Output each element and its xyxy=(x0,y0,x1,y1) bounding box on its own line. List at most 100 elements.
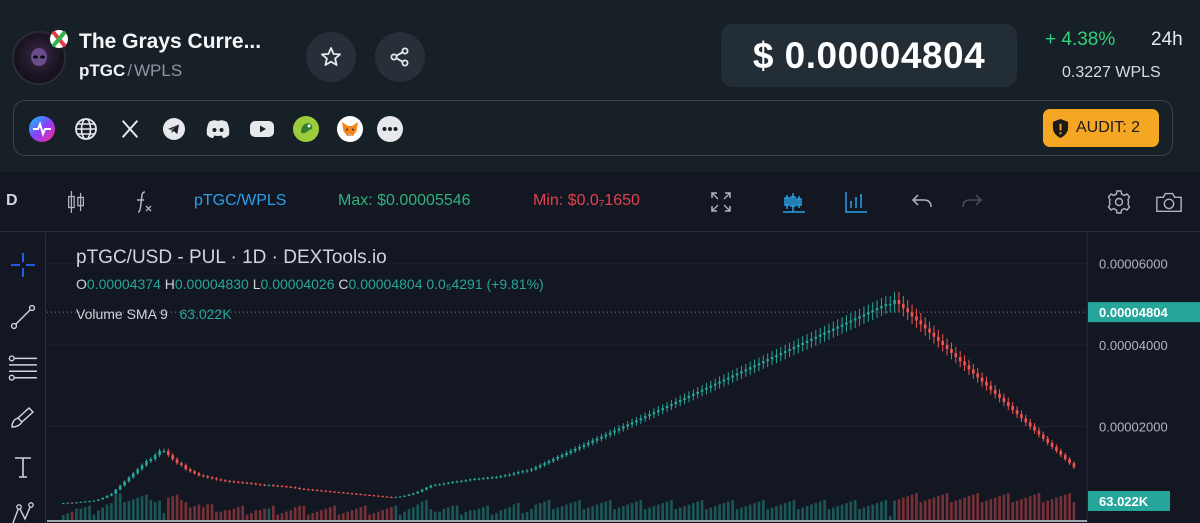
volume-bar xyxy=(766,509,769,520)
volume-bar xyxy=(447,507,450,520)
volume-bar xyxy=(801,507,804,520)
favorite-button[interactable] xyxy=(306,32,356,82)
chain-badge-icon xyxy=(48,28,70,50)
brush-icon[interactable] xyxy=(5,399,41,435)
x-icon[interactable] xyxy=(116,115,144,143)
candle-body xyxy=(438,484,441,486)
globe-icon[interactable] xyxy=(72,115,100,143)
pulse-icon[interactable] xyxy=(28,115,56,143)
candle-body xyxy=(153,455,157,460)
volume-bar xyxy=(473,510,476,520)
candle-body xyxy=(661,408,664,411)
fullscreen-icon[interactable] xyxy=(707,188,735,216)
candle-body xyxy=(433,484,437,486)
pattern-icon[interactable] xyxy=(5,495,41,523)
candle-body xyxy=(158,450,161,455)
max-price: Max: $0.00005546 xyxy=(338,192,471,209)
crosshair-icon[interactable] xyxy=(5,247,41,283)
toolbar-pair[interactable]: pTGC/WPLS xyxy=(194,192,286,210)
candle-body xyxy=(293,487,297,489)
price-tick-label: 0.00006000 xyxy=(1099,256,1168,271)
candle-body xyxy=(845,322,848,325)
volume-bar xyxy=(858,509,861,520)
candle-body xyxy=(985,381,988,386)
volume-bar xyxy=(180,500,183,520)
volume-bar xyxy=(88,505,91,520)
candles-icon[interactable] xyxy=(62,188,90,216)
volume-bar xyxy=(591,506,594,520)
volume-bar xyxy=(1046,500,1049,520)
interval-selector[interactable]: D xyxy=(6,192,18,210)
candle-body xyxy=(75,502,78,504)
candle-body xyxy=(888,304,892,306)
metamask-icon[interactable] xyxy=(336,115,364,143)
compare-chart-icon[interactable] xyxy=(780,188,808,216)
audit-button[interactable]: AUDIT: 2 xyxy=(1043,109,1159,147)
candle-body xyxy=(1002,397,1006,402)
candle-body xyxy=(578,446,581,449)
volume-bar xyxy=(919,502,923,520)
candle-body xyxy=(403,495,406,497)
more-icon[interactable] xyxy=(376,115,404,143)
volume-bar xyxy=(875,503,879,520)
candle-body xyxy=(608,432,612,435)
candle-body xyxy=(385,496,389,498)
low-label: L xyxy=(252,276,261,292)
volume-bar xyxy=(1033,494,1036,520)
settings-gear-icon[interactable] xyxy=(1105,188,1133,216)
candle-body xyxy=(814,336,818,339)
volume-bar xyxy=(455,505,459,520)
candle-body xyxy=(105,495,109,498)
volume-bar xyxy=(810,504,813,520)
share-icon xyxy=(390,47,409,67)
candle-body xyxy=(298,488,301,490)
indicators-icon[interactable] xyxy=(128,188,156,216)
volume-bar xyxy=(849,501,853,520)
candle-body xyxy=(770,357,774,360)
discord-icon[interactable] xyxy=(204,115,232,143)
candle-body xyxy=(416,491,419,494)
candle-body xyxy=(762,361,765,364)
telegram-icon[interactable] xyxy=(160,115,188,143)
price-chart[interactable]: 0.00006000 0.00004000 0.00002000 0.00004804… xyxy=(47,233,1200,523)
candle-body xyxy=(923,324,927,329)
undo-icon[interactable] xyxy=(908,188,936,216)
volume-bar xyxy=(1020,499,1023,520)
candle-body xyxy=(700,389,704,392)
candle-body xyxy=(206,476,209,478)
volume-bar xyxy=(783,503,787,520)
candle-body xyxy=(1011,406,1014,411)
camera-icon[interactable] xyxy=(1155,188,1183,216)
volume-bar xyxy=(678,507,682,520)
volume-bar xyxy=(258,510,262,520)
candle-body xyxy=(993,389,997,394)
volume-bar xyxy=(587,507,590,520)
redo-icon[interactable] xyxy=(958,188,986,216)
volume-bar xyxy=(630,503,634,520)
fib-lines-icon[interactable] xyxy=(5,349,41,385)
bar-chart-icon[interactable] xyxy=(842,188,870,216)
candle-body xyxy=(355,493,358,495)
candle-body xyxy=(167,450,170,455)
candle-body xyxy=(862,314,866,317)
trend-line-icon[interactable] xyxy=(5,299,41,335)
candle-body xyxy=(517,472,520,474)
candle-body xyxy=(245,482,249,484)
volume-bar xyxy=(731,500,734,520)
candle-body xyxy=(1050,442,1054,447)
volume-bar xyxy=(735,509,739,520)
candle-body xyxy=(832,328,835,331)
youtube-icon[interactable] xyxy=(248,115,276,143)
dextools-icon[interactable] xyxy=(292,115,320,143)
candle-body xyxy=(722,379,726,382)
volume-bar xyxy=(83,507,87,520)
candle-body xyxy=(149,459,153,462)
candle-body xyxy=(359,494,363,496)
candle-body xyxy=(215,478,218,480)
volume-bar xyxy=(210,504,214,520)
text-tool-icon[interactable] xyxy=(5,449,41,485)
candle-body xyxy=(713,383,717,386)
candle-body xyxy=(175,459,179,464)
share-button[interactable] xyxy=(375,32,425,82)
volume-bar xyxy=(245,514,249,520)
